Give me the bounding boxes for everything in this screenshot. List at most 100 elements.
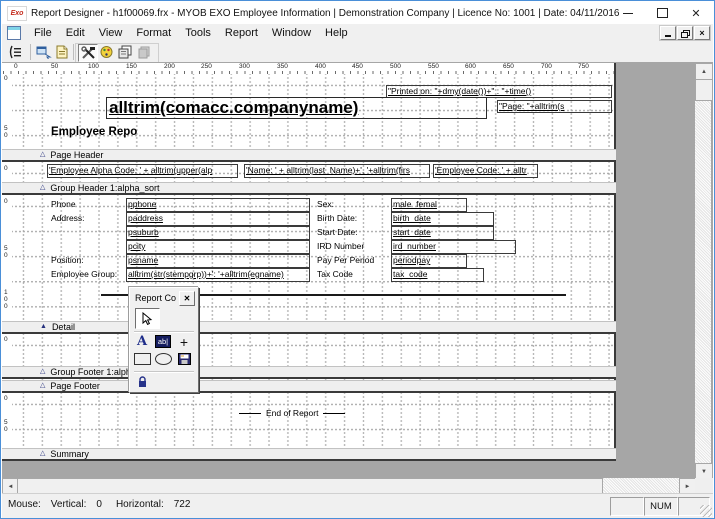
ruler-tick: 150 <box>126 63 137 70</box>
menu-format[interactable]: Format <box>129 24 178 42</box>
band-strip-page-footer[interactable]: △ Page Footer <box>2 380 616 393</box>
report-controls-toolbar-button[interactable] <box>78 44 98 62</box>
close-button[interactable]: ✕ <box>679 2 713 24</box>
employee-name-field[interactable]: 'Name: ' + alltrim(last_Name)+', '+alltr… <box>244 164 430 178</box>
tax-code-field[interactable]: tax_code <box>391 268 484 282</box>
vertical-value: 0 <box>96 499 102 510</box>
mouse-position-status: Mouse: Vertical: 0 Horizontal: 722 <box>8 499 200 510</box>
menu-tools[interactable]: Tools <box>178 24 218 42</box>
data-environment-icon <box>36 45 52 59</box>
select-objects-tool[interactable] <box>135 308 160 329</box>
pcity-field[interactable]: pcity <box>126 240 310 254</box>
menu-file[interactable]: File <box>27 24 59 42</box>
ruler-tick: 750 <box>578 63 589 70</box>
vertical-scroll-thumb[interactable] <box>695 79 713 101</box>
menu-report[interactable]: Report <box>218 24 265 42</box>
rectangle-tool[interactable] <box>133 351 151 366</box>
employee-alpha-code-field[interactable]: 'Employee Alpha Code: ' + alltrim(upper(… <box>47 164 238 178</box>
page-footer-surface <box>12 393 614 448</box>
preview-button-disabled[interactable] <box>135 44 153 60</box>
surface-right-edge <box>614 63 616 461</box>
vruler-number: 5 <box>4 245 8 252</box>
position-label[interactable]: Position: <box>51 255 84 266</box>
data-environment-button[interactable] <box>35 44 53 60</box>
minimize-button[interactable] <box>611 2 645 24</box>
page-setup-button[interactable] <box>53 44 71 60</box>
end-of-report-object[interactable]: End of Report <box>239 408 345 418</box>
layout-toolbar-button[interactable] <box>116 44 134 60</box>
report-controls-palette: Report Co ✕ A ab| + <box>129 287 199 393</box>
rounded-rectangle-tool[interactable] <box>154 351 172 366</box>
vruler-number: 0 <box>4 395 8 402</box>
psname-field[interactable]: psname <box>126 254 310 268</box>
psuburb-field[interactable]: psuburb <box>126 226 310 240</box>
ird-number-label[interactable]: IRD Number <box>317 241 364 252</box>
palette-separator <box>134 331 194 333</box>
field-tool[interactable]: ab| <box>154 334 172 349</box>
pphone-field[interactable]: pphone <box>126 198 310 212</box>
mdi-restore-icon <box>681 30 689 37</box>
start-date-label[interactable]: Start Date: <box>317 227 358 238</box>
mdi-close-button[interactable]: × <box>694 26 710 40</box>
ruler-tick: 550 <box>428 63 439 70</box>
window-title: Report Designer - h1f00069.frx - MYOB EX… <box>31 8 619 19</box>
menu-help[interactable]: Help <box>318 24 355 42</box>
band-strip-group-header[interactable]: △ Group Header 1:alpha_sort <box>2 182 616 195</box>
company-name-field[interactable]: alltrim(comacc.companyname) <box>106 97 487 119</box>
employee-group-label[interactable]: Employee Group: <box>51 269 117 280</box>
page-icon <box>55 45 69 59</box>
label-tool[interactable]: A <box>133 334 151 349</box>
maximize-button[interactable] <box>645 2 679 24</box>
picture-icon <box>178 353 191 365</box>
resize-grip[interactable] <box>700 505 712 517</box>
palette-title: Report Co <box>133 293 179 303</box>
picture-ole-tool[interactable] <box>175 351 193 366</box>
scrollbar-corner <box>695 478 713 493</box>
birth-date-field[interactable]: birth_date <box>391 212 494 226</box>
vertical-label: Vertical: <box>51 499 87 510</box>
button-lock-tool[interactable] <box>133 374 151 389</box>
window-controls: ✕ <box>611 2 713 24</box>
mdi-restore-button[interactable] <box>677 26 693 40</box>
sex-label[interactable]: Sex: <box>317 199 334 210</box>
employee-group-field[interactable]: alltrim(str(stempgrp))+': '+alltrim(egna… <box>126 268 310 282</box>
paddress-field[interactable]: paddress <box>126 212 310 226</box>
band-strip-summary[interactable]: △ Summary <box>2 448 616 461</box>
band-strip-page-header[interactable]: △ Page Header <box>2 149 616 162</box>
ruler-tick: 50 <box>51 63 58 70</box>
palette-close-button[interactable]: ✕ <box>179 291 195 306</box>
phone-label[interactable]: Phone <box>51 199 76 210</box>
vruler-number: 0 <box>4 252 8 259</box>
scroll-up-button[interactable]: ▲ <box>695 63 713 80</box>
palette-title-bar[interactable]: Report Co ✕ <box>133 291 195 305</box>
menu-edit[interactable]: Edit <box>59 24 92 42</box>
band-strip-group-footer[interactable]: △ Group Footer 1:alpha_sort <box>2 366 616 379</box>
birth-date-label[interactable]: Birth Date: <box>317 213 357 224</box>
band-triangle-icon: △ <box>40 183 45 193</box>
periodpay-field[interactable]: periodpay <box>391 254 467 268</box>
start-date-field[interactable]: start_date <box>391 226 494 240</box>
mdi-document-icon[interactable] <box>7 26 21 40</box>
data-grouping-button[interactable] <box>6 44 24 60</box>
employee-code-field[interactable]: 'Employee Code: ' + alltr <box>433 164 538 178</box>
menu-window[interactable]: Window <box>265 24 318 42</box>
male-female-field[interactable]: male_femal <box>391 198 467 212</box>
menu-view[interactable]: View <box>92 24 130 42</box>
hammer-wrench-icon <box>81 46 96 60</box>
color-palette-toolbar-button[interactable] <box>97 44 115 60</box>
pay-per-period-label[interactable]: Pay Per Period <box>317 255 374 266</box>
line-tool[interactable]: + <box>175 334 193 349</box>
band-strip-detail[interactable]: ▲ Detail <box>2 321 616 334</box>
status-bar: Mouse: Vertical: 0 Horizontal: 722 NUM <box>2 493 713 518</box>
page-number-field[interactable]: "Page: "+alltrim(s <box>497 100 612 113</box>
ruler-tick: 500 <box>390 63 401 70</box>
vruler-number: 0 <box>4 165 8 172</box>
mdi-minimize-button[interactable] <box>660 26 676 40</box>
address-label[interactable]: Address: <box>51 213 85 224</box>
tax-code-label[interactable]: Tax Code <box>317 269 353 280</box>
report-title-label[interactable]: Employee Repo <box>51 127 137 138</box>
ird-number-field[interactable]: ird_number <box>391 240 516 254</box>
toolbar <box>2 42 713 63</box>
vertical-scrollbar[interactable] <box>695 63 711 478</box>
ruler-tick: 0 <box>14 63 18 70</box>
